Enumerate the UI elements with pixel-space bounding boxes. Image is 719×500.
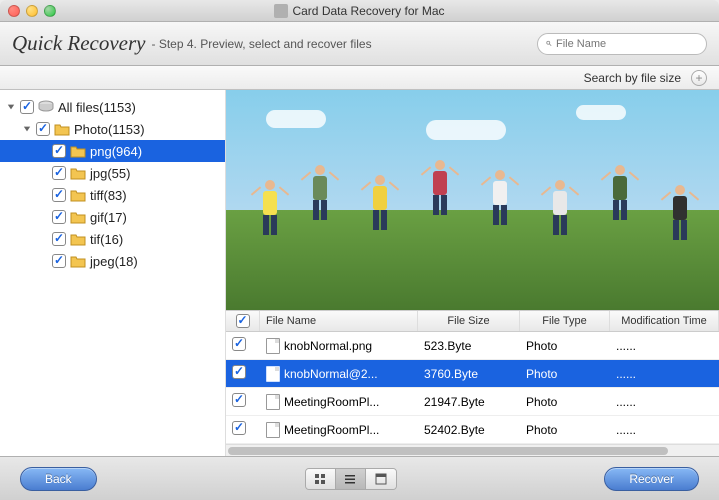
table-row[interactable]: MeetingRoomPl... 21947.BytePhoto...... bbox=[226, 388, 719, 416]
back-button[interactable]: Back bbox=[20, 467, 97, 491]
search-icon bbox=[546, 38, 552, 49]
folder-icon bbox=[70, 210, 86, 224]
header: Quick Recovery - Step 4. Preview, select… bbox=[0, 22, 719, 66]
preview-image bbox=[226, 90, 719, 310]
tree-label: tif(16) bbox=[90, 232, 123, 247]
tree-checkbox[interactable] bbox=[52, 166, 66, 180]
tree-checkbox[interactable] bbox=[52, 232, 66, 246]
tree-label: png(964) bbox=[90, 144, 142, 159]
tree-checkbox[interactable] bbox=[52, 144, 66, 158]
row-checkbox[interactable] bbox=[232, 337, 246, 351]
header-title: Quick Recovery bbox=[12, 31, 146, 56]
tree-label: jpg(55) bbox=[90, 166, 130, 181]
row-checkbox[interactable] bbox=[232, 365, 246, 379]
column-modtime[interactable]: Modification Time bbox=[610, 311, 719, 331]
view-detail-button[interactable] bbox=[366, 469, 396, 489]
tree-label: tiff(83) bbox=[90, 188, 127, 203]
disclosure-triangle[interactable] bbox=[22, 125, 32, 133]
tree-checkbox[interactable] bbox=[52, 188, 66, 202]
folder-icon bbox=[70, 166, 86, 180]
search-by-size-label[interactable]: Search by file size bbox=[584, 71, 681, 85]
cell-filetype: Photo bbox=[520, 339, 610, 353]
file-icon bbox=[266, 338, 280, 354]
list-icon bbox=[344, 473, 356, 485]
cell-filename: knobNormal@2... bbox=[284, 367, 378, 381]
column-filename[interactable]: File Name bbox=[260, 311, 418, 331]
titlebar: Card Data Recovery for Mac bbox=[0, 0, 719, 22]
folder-icon bbox=[70, 232, 86, 246]
column-filetype[interactable]: File Type bbox=[520, 311, 610, 331]
file-icon bbox=[266, 366, 280, 382]
tree-checkbox[interactable] bbox=[52, 254, 66, 268]
table-row[interactable]: knobNormal.png 523.BytePhoto...... bbox=[226, 332, 719, 360]
cell-filesize: 21947.Byte bbox=[418, 395, 520, 409]
grid-icon bbox=[314, 473, 326, 485]
table-row[interactable]: MeetingRoomPl... 52402.BytePhoto...... bbox=[226, 416, 719, 444]
tree-label: jpeg(18) bbox=[90, 254, 138, 269]
tree-leaf[interactable]: tiff(83) bbox=[0, 184, 225, 206]
cell-filetype: Photo bbox=[520, 395, 610, 409]
file-icon bbox=[266, 422, 280, 438]
tree-label: Photo(1153) bbox=[74, 122, 145, 137]
folder-icon bbox=[70, 254, 86, 268]
file-tree: All files(1153) Photo(1153) png(964) jpg(… bbox=[0, 90, 226, 456]
tree-leaf[interactable]: tif(16) bbox=[0, 228, 225, 250]
tree-checkbox[interactable] bbox=[52, 210, 66, 224]
column-filesize[interactable]: File Size bbox=[418, 311, 520, 331]
cell-modtime: ...... bbox=[610, 367, 719, 381]
view-mode-selector bbox=[305, 468, 397, 490]
subheader: Search by file size + bbox=[0, 66, 719, 90]
footer: Back Recover bbox=[0, 456, 719, 500]
cell-filename: MeetingRoomPl... bbox=[284, 423, 379, 437]
main-panel: File Name File Size File Type Modificati… bbox=[226, 90, 719, 456]
tree-leaf[interactable]: png(964) bbox=[0, 140, 225, 162]
window-title: Card Data Recovery for Mac bbox=[0, 4, 719, 18]
row-checkbox[interactable] bbox=[232, 421, 246, 435]
horizontal-scrollbar[interactable] bbox=[226, 444, 719, 456]
cell-filesize: 3760.Byte bbox=[418, 367, 520, 381]
cell-filesize: 523.Byte bbox=[418, 339, 520, 353]
table-body: knobNormal.png523.BytePhoto......knobNor… bbox=[226, 332, 719, 444]
scrollbar-thumb[interactable] bbox=[228, 447, 668, 455]
cell-filesize: 52402.Byte bbox=[418, 423, 520, 437]
search-input[interactable] bbox=[556, 38, 698, 50]
file-icon bbox=[266, 394, 280, 410]
tree-leaf[interactable]: jpeg(18) bbox=[0, 250, 225, 272]
table-row[interactable]: knobNormal@2... 3760.BytePhoto...... bbox=[226, 360, 719, 388]
tree-label: All files(1153) bbox=[58, 100, 136, 115]
view-list-button[interactable] bbox=[336, 469, 366, 489]
folder-icon bbox=[70, 188, 86, 202]
cell-modtime: ...... bbox=[610, 423, 719, 437]
select-all-checkbox[interactable] bbox=[236, 314, 250, 328]
row-checkbox[interactable] bbox=[232, 393, 246, 407]
disk-icon bbox=[38, 100, 54, 114]
add-filter-button[interactable]: + bbox=[691, 70, 707, 86]
tree-node-photo[interactable]: Photo(1153) bbox=[0, 118, 225, 140]
search-box[interactable] bbox=[537, 33, 707, 55]
tree-leaf[interactable]: jpg(55) bbox=[0, 162, 225, 184]
step-label: - Step 4. Preview, select and recover fi… bbox=[152, 37, 372, 51]
cell-filename: MeetingRoomPl... bbox=[284, 395, 379, 409]
cell-filename: knobNormal.png bbox=[284, 339, 372, 353]
detail-icon bbox=[375, 473, 387, 485]
recover-button[interactable]: Recover bbox=[604, 467, 699, 491]
app-icon bbox=[274, 4, 288, 18]
view-grid-button[interactable] bbox=[306, 469, 336, 489]
cell-filetype: Photo bbox=[520, 423, 610, 437]
table-header: File Name File Size File Type Modificati… bbox=[226, 310, 719, 332]
cell-filetype: Photo bbox=[520, 367, 610, 381]
folder-icon bbox=[54, 122, 70, 136]
tree-leaf[interactable]: gif(17) bbox=[0, 206, 225, 228]
tree-checkbox[interactable] bbox=[36, 122, 50, 136]
cell-modtime: ...... bbox=[610, 395, 719, 409]
tree-checkbox[interactable] bbox=[20, 100, 34, 114]
disclosure-triangle[interactable] bbox=[6, 103, 16, 111]
tree-label: gif(17) bbox=[90, 210, 127, 225]
tree-root[interactable]: All files(1153) bbox=[0, 96, 225, 118]
folder-icon bbox=[70, 144, 86, 158]
cell-modtime: ...... bbox=[610, 339, 719, 353]
